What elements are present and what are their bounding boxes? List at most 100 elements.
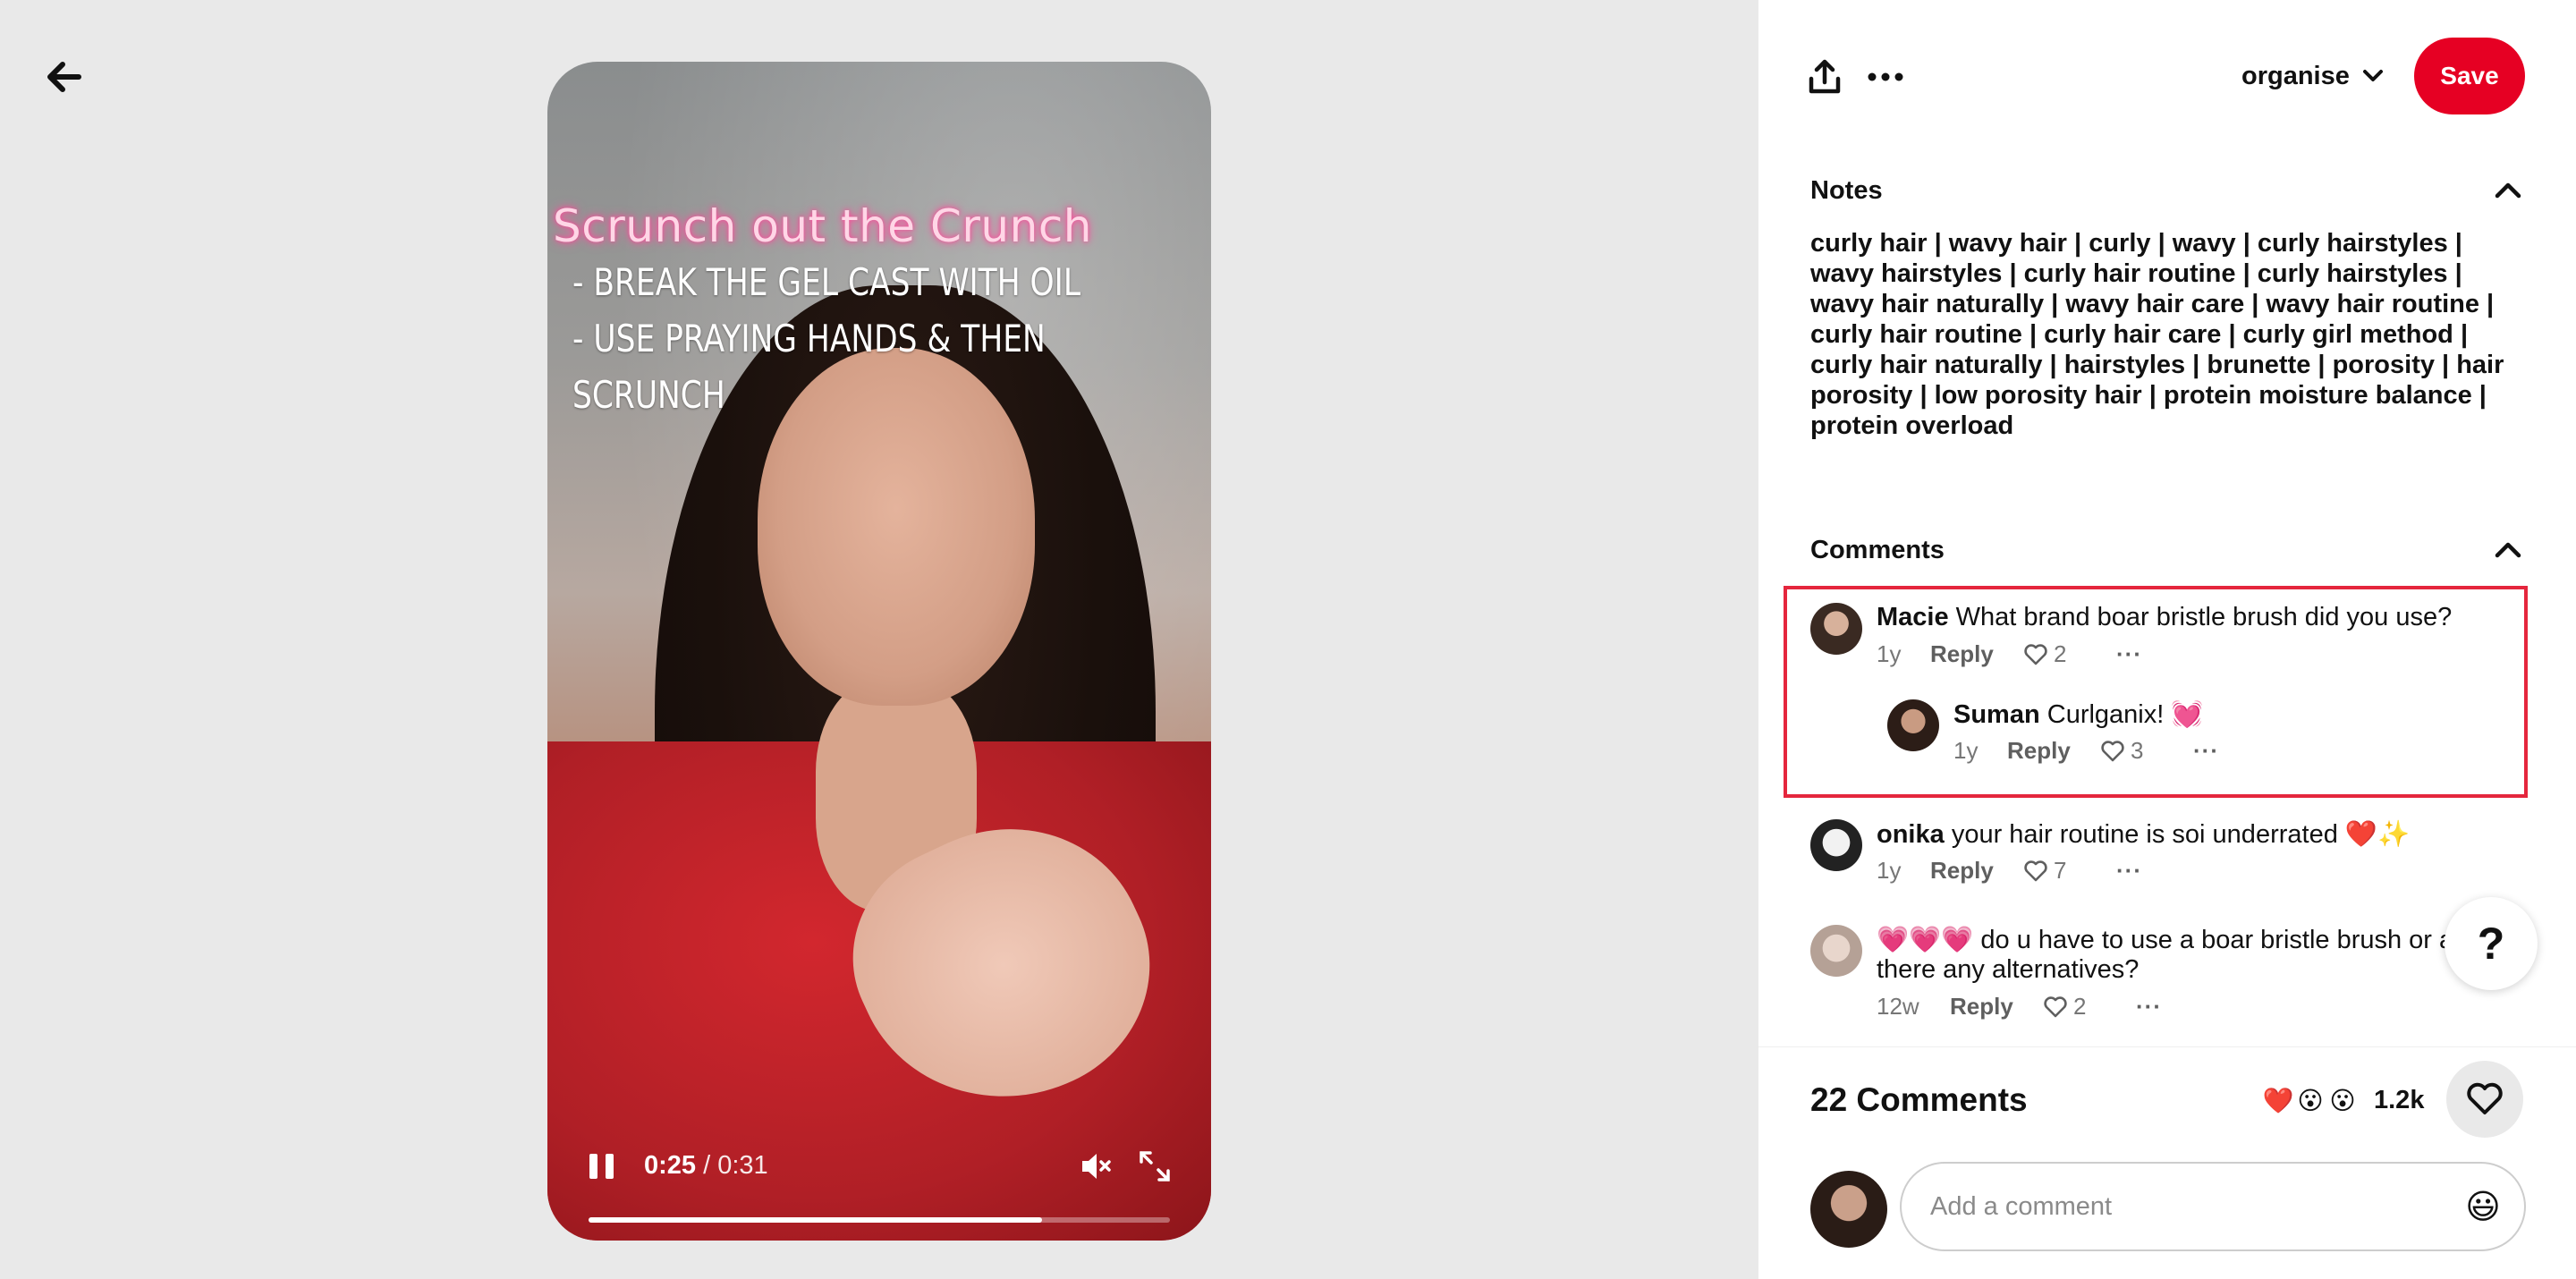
video-duration: 0:31 (717, 1151, 768, 1180)
mute-icon (1082, 1154, 1111, 1179)
video-player[interactable]: Scrunch out the Crunch - BREAK THE GEL C… (547, 62, 1211, 1241)
reaction-heart-icon: ❤️ (2262, 1086, 2294, 1114)
comment-line: Suman Curlganix! 💓 (1953, 699, 2203, 730)
reaction-count: 1.2k (2374, 1085, 2425, 1114)
notes-title: Notes (1810, 175, 1883, 205)
chevron-up-icon (2495, 182, 2521, 199)
reply-button[interactable]: Reply (1950, 993, 2043, 1021)
heart-icon (2024, 643, 2047, 665)
save-button[interactable]: Save (2414, 38, 2525, 114)
comment-text: Curlganix! 💓 (2046, 700, 2204, 729)
emoji-icon[interactable]: 😃 (2462, 1185, 2504, 1228)
avatar[interactable] (1810, 819, 1862, 871)
reaction-wow-icon: 😮 (2329, 1086, 2356, 1114)
comment-line: Macie What brand boar bristle brush did … (1877, 603, 2452, 632)
video-progress-fill (589, 1217, 1042, 1223)
video-overlay-line: - USE PRAYING HANDS & THEN (572, 317, 1046, 360)
comment-meta: 1y Reply 3 ··· (1953, 737, 2219, 765)
comment-time: 1y (1877, 640, 1902, 667)
avatar[interactable] (1810, 1171, 1887, 1248)
comment-meta: 1y Reply 2 ··· (1877, 640, 2142, 668)
board-select[interactable]: organise (2241, 54, 2384, 98)
pin-toolbar: organise Save (1758, 0, 2576, 143)
comments-list[interactable]: Macie What brand boar bristle brush did … (1758, 572, 2576, 1046)
notes-header: Notes (1810, 168, 2526, 213)
mute-button[interactable] (1077, 1148, 1114, 1185)
comment-time: 1y (1953, 737, 1979, 764)
pin-details-panel: organise Save Notes curly hair | wavy ha… (1758, 0, 2576, 1279)
reply-button[interactable]: Reply (1930, 640, 2023, 668)
comment-count: 22 Comments (1810, 1081, 2028, 1118)
comment-input[interactable] (1930, 1164, 2431, 1249)
pause-button[interactable] (583, 1144, 619, 1189)
comment-text: 💗💗💗 do u have to use a boar bristle brus… (1877, 926, 2477, 954)
like-count: 2 (2073, 993, 2087, 1020)
help-button[interactable]: ? (2445, 897, 2538, 990)
video-overlay-line: SCRUNCH (572, 373, 725, 417)
current-time: 0:25 (644, 1151, 697, 1180)
back-arrow-icon (47, 62, 81, 92)
comments-footer: 22 Comments ❤️ 😮 😮 1.2k 😃 (1758, 1046, 2576, 1279)
chevron-up-icon (2495, 542, 2521, 558)
chevron-down-icon (2362, 70, 2383, 81)
like-comment-button[interactable]: 3 (2100, 737, 2193, 765)
video-progress-bar[interactable] (589, 1217, 1170, 1223)
react-button[interactable] (2446, 1061, 2523, 1138)
reaction-wow-icon: 😮 (2297, 1086, 2324, 1114)
comment-text: What brand boar bristle brush did you us… (1955, 603, 2453, 631)
heart-icon (2044, 995, 2067, 1017)
heart-icon (2024, 860, 2047, 881)
comment-line: there any alternatives? (1877, 955, 2139, 985)
time-separator: / (703, 1151, 711, 1180)
comment-more-button[interactable]: ··· (2116, 857, 2142, 885)
pause-icon (589, 1154, 597, 1179)
like-count: 2 (2054, 640, 2067, 667)
share-button[interactable] (1798, 50, 1852, 104)
video-subject-face (758, 348, 1035, 706)
avatar[interactable] (1887, 699, 1939, 751)
reply-button[interactable]: Reply (1930, 857, 2023, 885)
comment-line: onika your hair routine is soi underrate… (1877, 819, 2410, 850)
comments-title: Comments (1810, 535, 1945, 564)
more-icon (1868, 72, 1903, 81)
pause-icon (605, 1154, 614, 1179)
comments-collapse-button[interactable] (2490, 532, 2526, 568)
comment-author[interactable]: onika (1877, 820, 1945, 849)
heart-icon (2101, 740, 2124, 761)
board-select-label: organise (2241, 61, 2350, 90)
more-options-button[interactable] (1859, 50, 1912, 104)
like-comment-button[interactable]: 7 (2023, 857, 2116, 885)
back-button[interactable] (41, 54, 88, 100)
video-overlay-line: - BREAK THE GEL CAST WITH OIL (572, 260, 1081, 304)
video-controls: 0:25 / 0:31 (547, 1106, 1211, 1241)
comment-author[interactable]: Suman (1953, 700, 2040, 729)
comment-input-box: 😃 (1900, 1162, 2526, 1251)
comment-more-button[interactable]: ··· (2193, 737, 2219, 765)
video-overlay-title: Scrunch out the Crunch (553, 200, 1092, 252)
avatar[interactable] (1810, 603, 1862, 655)
like-comment-button[interactable]: 2 (2023, 640, 2116, 668)
comment-text: there any alternatives? (1877, 955, 2140, 984)
like-count: 3 (2131, 737, 2144, 764)
media-area: Scrunch out the Crunch - BREAK THE GEL C… (0, 0, 1758, 1279)
comment-more-button[interactable]: ··· (2136, 993, 2162, 1021)
comment-text: your hair routine is soi underrated ❤️✨ (1951, 820, 2411, 849)
video-time: 0:25 / 0:31 (644, 1151, 768, 1181)
fullscreen-button[interactable] (1136, 1148, 1174, 1185)
like-comment-button[interactable]: 2 (2043, 993, 2136, 1021)
comments-header: Comments (1810, 528, 2526, 572)
comment-author[interactable]: Macie (1877, 603, 1949, 631)
comment-time: 12w (1877, 993, 1919, 1020)
comment-meta: 12w Reply 2 ··· (1877, 993, 2162, 1021)
share-icon (1809, 59, 1841, 94)
avatar[interactable] (1810, 925, 1862, 977)
like-count: 7 (2054, 857, 2067, 884)
fullscreen-icon (1140, 1151, 1170, 1182)
comment-line: 💗💗💗 do u have to use a boar bristle brus… (1877, 925, 2477, 955)
reactions-summary[interactable]: ❤️ 😮 😮 1.2k (2261, 1083, 2425, 1117)
notes-text: curly hair | wavy hair | curly | wavy | … (1810, 229, 2504, 440)
comment-more-button[interactable]: ··· (2116, 640, 2142, 668)
notes-collapse-button[interactable] (2490, 173, 2526, 208)
comment-meta: 1y Reply 7 ··· (1877, 857, 2142, 885)
reply-button[interactable]: Reply (2007, 737, 2100, 765)
